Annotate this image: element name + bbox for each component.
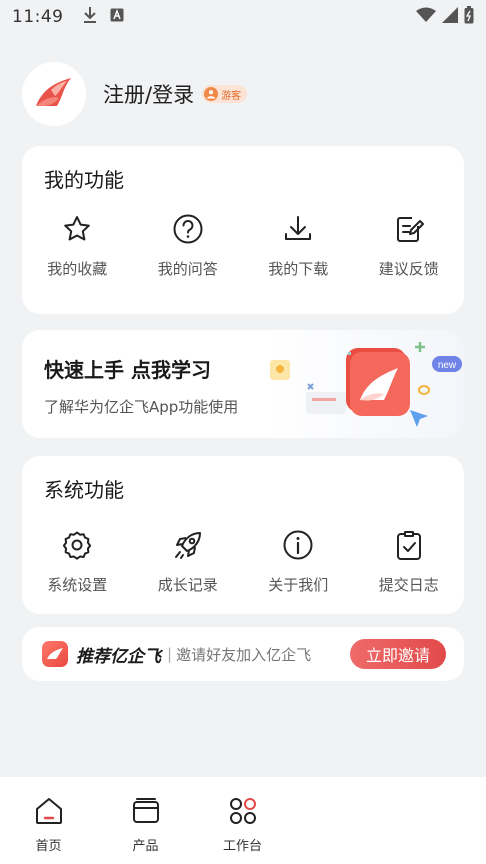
page: 11:49 注册/登录 游客 我的功能 我的收藏 我的问答 我的下载 建议反馈 … xyxy=(0,0,486,864)
product-box-icon xyxy=(131,797,161,829)
invite-brand: 推荐亿企飞 xyxy=(76,646,161,667)
my-downloads-button[interactable]: 我的下载 xyxy=(243,212,354,279)
download-icon xyxy=(281,212,315,246)
battery-icon xyxy=(464,5,474,29)
promo-new-badge: new xyxy=(438,360,457,371)
feedback-edit-icon xyxy=(392,212,426,246)
promo-subtitle: 了解华为亿企飞App功能使用 xyxy=(44,398,239,416)
invite-now-button[interactable]: 立即邀请 xyxy=(350,639,446,669)
feedback-label: 建议反馈 xyxy=(378,260,439,278)
my-downloads-label: 我的下载 xyxy=(268,260,329,278)
wifi-icon xyxy=(416,7,436,28)
guest-badge: 游客 xyxy=(202,85,248,103)
signal-icon xyxy=(442,6,458,28)
favorites-button[interactable]: 我的收藏 xyxy=(22,212,133,279)
rocket-icon xyxy=(171,528,205,562)
nav-products-label: 产品 xyxy=(132,839,159,854)
nav-workbench-label: 工作台 xyxy=(222,839,262,854)
system-functions-card: 系统功能 系统设置 成长记录 关于我们 提交日志 xyxy=(22,456,464,614)
user-icon xyxy=(204,87,219,101)
my-questions-label: 我的问答 xyxy=(157,260,218,278)
invite-separator: | xyxy=(167,645,173,663)
status-bar: 11:49 xyxy=(0,0,486,34)
login-register-link[interactable]: 注册/登录 xyxy=(103,79,194,109)
download-status-icon xyxy=(82,6,98,29)
bottom-nav: 首页 产品 工作台 xyxy=(0,777,486,864)
about-us-label: 关于我们 xyxy=(268,576,329,594)
avatar[interactable] xyxy=(22,62,86,126)
invite-banner[interactable]: 推荐亿企飞 | 邀请好友加入亿企飞 立即邀请 xyxy=(22,627,464,681)
info-circle-icon xyxy=(281,528,315,562)
guest-badge-label: 游客 xyxy=(221,90,242,102)
nav-products[interactable]: 产品 xyxy=(97,777,194,864)
invite-description: 邀请好友加入亿企飞 xyxy=(176,645,312,664)
growth-record-button[interactable]: 成长记录 xyxy=(133,528,244,595)
submit-log-label: 提交日志 xyxy=(378,576,439,594)
nav-home[interactable]: 首页 xyxy=(0,777,97,864)
feedback-button[interactable]: 建议反馈 xyxy=(354,212,465,279)
brand-logo-icon xyxy=(42,641,68,667)
my-questions-button[interactable]: 我的问答 xyxy=(133,212,244,279)
promo-illustration: new xyxy=(270,342,462,427)
favorites-label: 我的收藏 xyxy=(47,260,108,278)
system-settings-button[interactable]: 系统设置 xyxy=(22,528,133,595)
about-us-button[interactable]: 关于我们 xyxy=(243,528,354,595)
system-functions-row: 系统设置 成长记录 关于我们 提交日志 xyxy=(22,528,464,595)
system-settings-label: 系统设置 xyxy=(47,576,108,594)
workbench-grid-icon xyxy=(228,797,258,829)
my-functions-row: 我的收藏 我的问答 我的下载 建议反馈 xyxy=(22,212,464,279)
star-icon xyxy=(60,212,94,246)
profile-header[interactable]: 注册/登录 游客 xyxy=(22,62,248,126)
my-functions-card: 我的功能 我的收藏 我的问答 我的下载 建议反馈 xyxy=(22,146,464,314)
status-time: 11:49 xyxy=(12,7,64,27)
system-functions-title: 系统功能 xyxy=(44,478,124,502)
nav-workbench[interactable]: 工作台 xyxy=(194,777,291,864)
submit-log-button[interactable]: 提交日志 xyxy=(354,528,465,595)
app-logo-icon xyxy=(36,78,71,107)
growth-record-label: 成长记录 xyxy=(157,576,218,594)
quick-start-banner[interactable]: 快速上手 点我学习 了解华为亿企飞App功能使用 new xyxy=(22,330,464,438)
my-functions-title: 我的功能 xyxy=(44,168,124,192)
gear-icon xyxy=(60,528,94,562)
home-icon xyxy=(34,797,64,829)
question-circle-icon xyxy=(171,212,205,246)
font-status-icon xyxy=(110,7,124,27)
clipboard-check-icon xyxy=(392,528,426,562)
promo-title: 快速上手 点我学习 xyxy=(44,358,211,382)
nav-home-label: 首页 xyxy=(35,839,62,854)
